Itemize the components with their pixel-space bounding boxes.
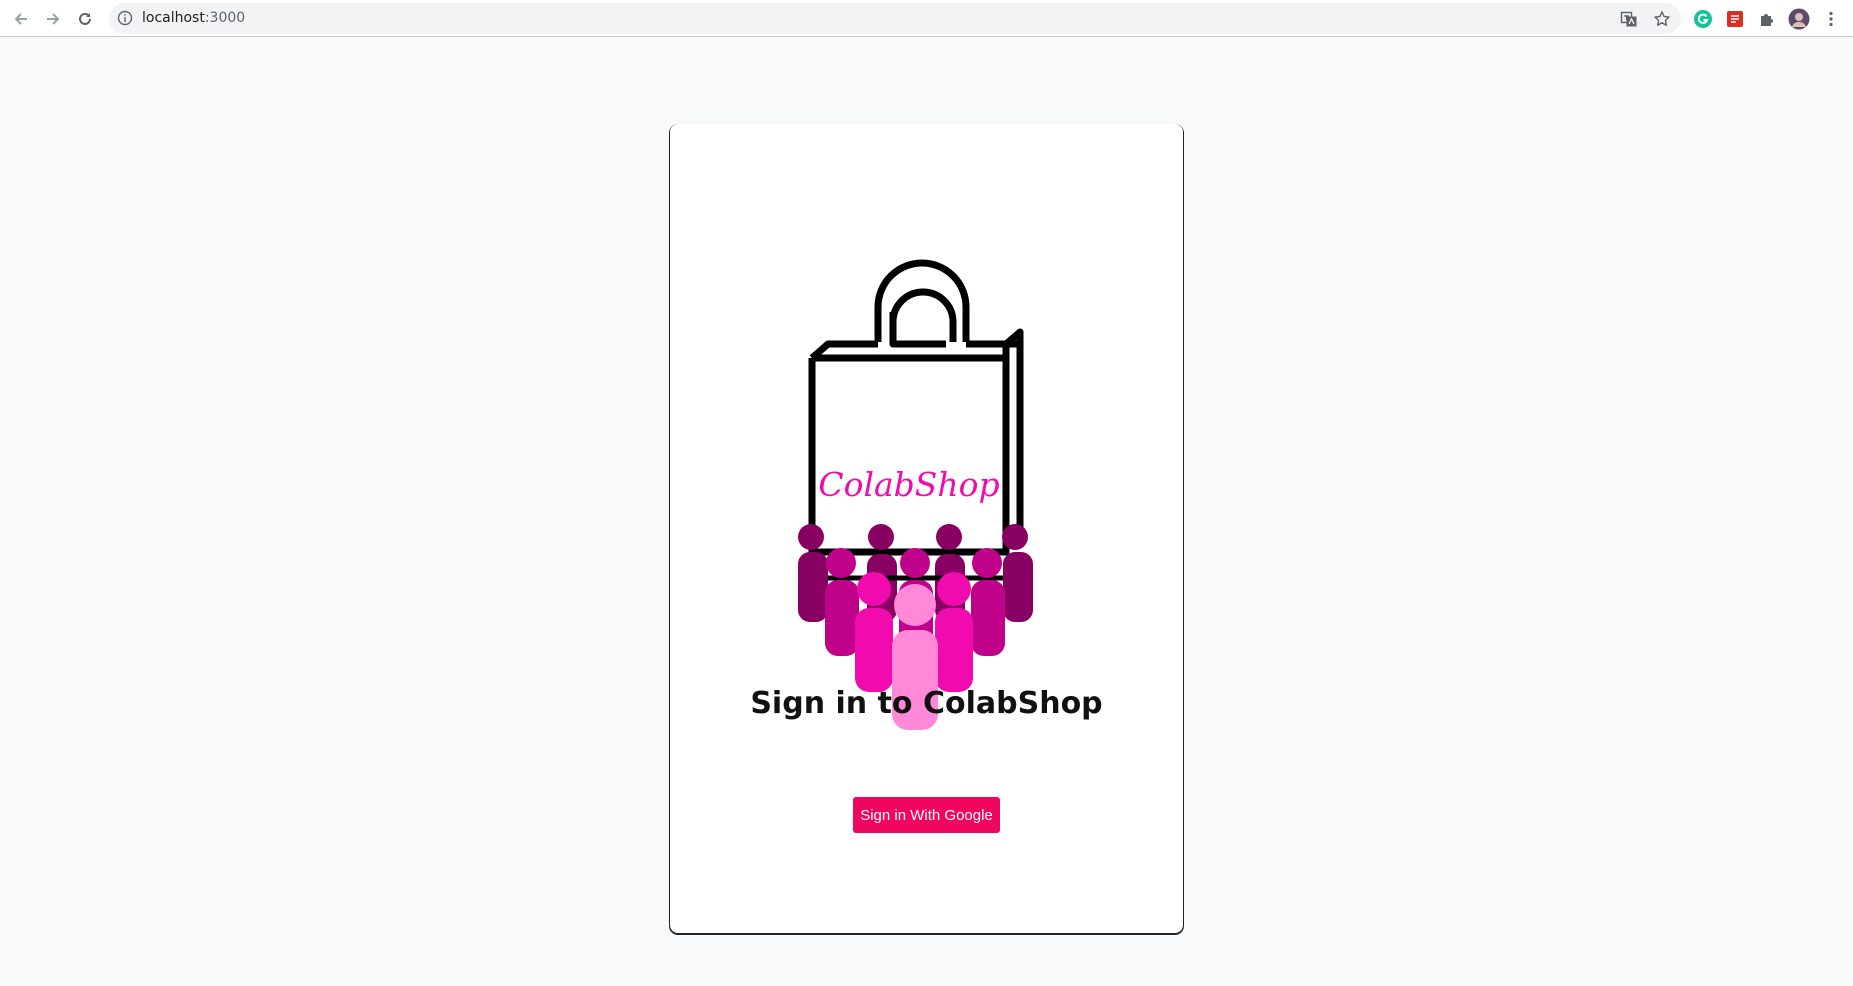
profile-button[interactable] <box>1787 7 1811 31</box>
reload-icon <box>79 12 91 25</box>
url-text[interactable]: localhost:3000 <box>142 10 245 26</box>
translate-icon <box>1620 11 1637 27</box>
translate-button[interactable] <box>1619 9 1639 29</box>
sign-in-with-google-button[interactable]: Sign in With Google <box>853 797 1000 833</box>
profile-avatar <box>1788 8 1810 30</box>
url-port: :3000 <box>204 10 246 26</box>
bookmark-button[interactable] <box>1652 9 1672 29</box>
url-host: localhost <box>142 10 205 26</box>
address-bar[interactable]: localhost:3000 <box>109 3 1681 34</box>
browser-toolbar: localhost:3000 <box>0 0 1853 37</box>
bag-handle-hook <box>889 322 946 348</box>
red-extension-button[interactable] <box>1723 7 1747 31</box>
puzzle-icon <box>1761 14 1773 26</box>
bag-body <box>808 328 1024 556</box>
extensions-button[interactable] <box>1755 7 1779 31</box>
kebab-menu-icon <box>1829 11 1833 27</box>
back-button[interactable] <box>9 7 33 31</box>
arrow-right-icon <box>47 13 60 25</box>
signin-card: ColabShop Sign in to ColabShop Sign in W… <box>670 124 1183 933</box>
star-icon <box>1654 11 1670 26</box>
colabshop-logo: ColabShop <box>798 259 1033 730</box>
grammarly-extension-button[interactable] <box>1691 7 1715 31</box>
grammarly-extension-icon <box>1694 10 1712 28</box>
red-extension-icon <box>1727 11 1743 27</box>
browser-menu-button[interactable] <box>1819 7 1843 31</box>
signin-heading: Sign in to ColabShop <box>750 686 1103 721</box>
info-icon[interactable] <box>117 10 133 26</box>
arrow-left-icon <box>14 13 27 25</box>
shopping-bag-icon <box>808 259 1024 556</box>
reload-button[interactable] <box>73 7 97 31</box>
forward-button[interactable] <box>41 7 65 31</box>
logo-text: ColabShop <box>818 465 999 504</box>
bag-handle-inner <box>889 288 957 342</box>
